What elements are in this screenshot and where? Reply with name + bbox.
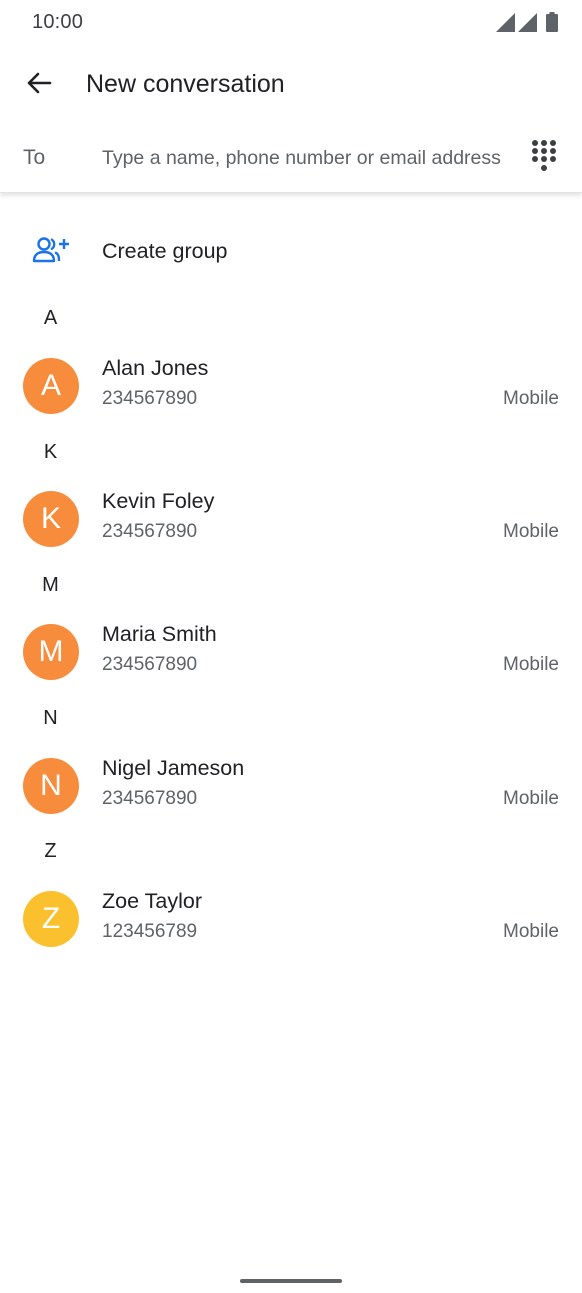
contact-number: 234567890 <box>102 388 198 409</box>
contact-row-nigel-jameson[interactable]: N Nigel Jameson 234567890 Mobile <box>0 746 582 826</box>
avatar: N <box>23 758 79 814</box>
recipient-input[interactable] <box>100 138 520 178</box>
contact-name: Zoe Taylor <box>102 889 202 913</box>
contact-number-type: Mobile <box>503 921 559 942</box>
contact-row-alan-jones[interactable]: A Alan Jones 234567890 Mobile <box>0 346 582 426</box>
contact-name: Alan Jones <box>102 356 209 380</box>
contact-row-maria-smith[interactable]: M Maria Smith 234567890 Mobile <box>0 612 582 692</box>
contact-number: 234567890 <box>102 521 198 542</box>
app-bar: New conversation <box>0 46 582 124</box>
gesture-nav-handle[interactable] <box>240 1279 342 1283</box>
signal-icon <box>518 13 537 37</box>
section-header-m: M <box>42 574 59 596</box>
avatar: Z <box>23 891 79 947</box>
battery-icon <box>546 12 558 37</box>
section-header-n: N <box>43 707 58 729</box>
back-button[interactable] <box>18 64 60 106</box>
dialpad-button[interactable] <box>524 138 564 178</box>
status-bar: 10:00 <box>0 0 582 46</box>
signal-icon <box>496 13 515 37</box>
recipient-bar: To <box>0 124 582 193</box>
status-time: 10:00 <box>32 11 84 33</box>
dialpad-icon <box>531 139 557 178</box>
section-header-a: A <box>43 307 58 329</box>
avatar: A <box>23 358 79 414</box>
avatar: M <box>23 624 79 680</box>
contact-number-type: Mobile <box>503 388 559 409</box>
contact-number: 234567890 <box>102 788 198 809</box>
contact-name: Nigel Jameson <box>102 756 245 780</box>
contact-number: 123456789 <box>102 921 198 942</box>
create-group-label: Create group <box>102 239 228 263</box>
group-add-icon <box>32 236 70 266</box>
create-group-button[interactable]: Create group <box>0 222 582 282</box>
section-header-k: K <box>43 441 58 463</box>
contact-number-type: Mobile <box>503 521 559 542</box>
avatar: K <box>23 491 79 547</box>
arrow-back-icon <box>26 71 52 100</box>
contact-name: Maria Smith <box>102 622 217 646</box>
page-title: New conversation <box>86 70 285 98</box>
contact-number-type: Mobile <box>503 788 559 809</box>
contact-row-kevin-foley[interactable]: K Kevin Foley 234567890 Mobile <box>0 479 582 559</box>
section-header-z: Z <box>44 840 57 862</box>
contact-name: Kevin Foley <box>102 489 215 513</box>
contact-number: 234567890 <box>102 654 198 675</box>
contact-number-type: Mobile <box>503 654 559 675</box>
to-label: To <box>23 146 46 169</box>
status-icons <box>496 12 558 37</box>
contact-row-zoe-taylor[interactable]: Z Zoe Taylor 123456789 Mobile <box>0 879 582 959</box>
